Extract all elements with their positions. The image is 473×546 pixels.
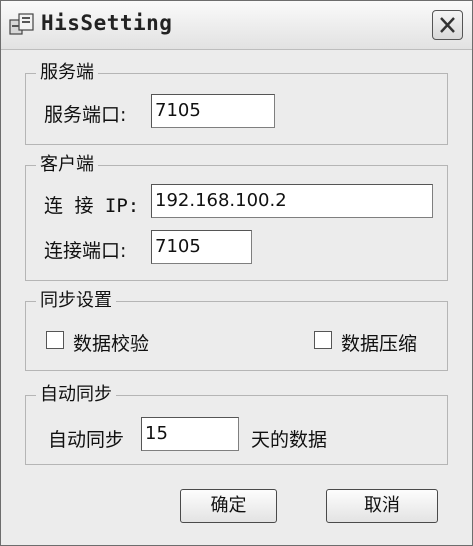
data-compress-label[interactable]: 数据压缩 [341,329,417,356]
auto-sync-group-label: 自动同步 [40,384,112,405]
data-compress-checkbox[interactable] [314,331,332,349]
app-icon [9,12,35,36]
close-icon [440,17,455,33]
dialog-window: HisSetting 服务端 服务端口: 7105 客户端 连 接 IP: 19… [0,0,473,546]
data-verify-checkbox[interactable] [46,331,64,349]
cancel-button[interactable]: 取消 [326,489,438,523]
server-group-label: 服务端 [40,62,94,83]
window-title: HisSetting [41,11,173,35]
close-button[interactable] [432,10,463,40]
client-port-label: 连接端口: [44,240,127,262]
client-ip-input[interactable]: 192.168.100.2 [151,184,433,218]
sync-settings-group-label: 同步设置 [40,290,112,311]
auto-sync-days-input[interactable]: 15 [141,417,239,451]
client-group-label: 客户端 [40,154,94,175]
auto-sync-prefix-label: 自动同步 [48,429,125,451]
title-bar[interactable]: HisSetting [1,1,472,50]
client-ip-label: 连 接 IP: [44,195,140,217]
auto-sync-suffix-label: 天的数据 [251,429,328,451]
ok-button[interactable]: 确定 [180,489,277,523]
server-port-label: 服务端口: [44,104,127,126]
data-verify-label[interactable]: 数据校验 [73,329,149,356]
client-port-input[interactable]: 7105 [151,230,252,264]
server-port-input[interactable]: 7105 [151,94,275,128]
